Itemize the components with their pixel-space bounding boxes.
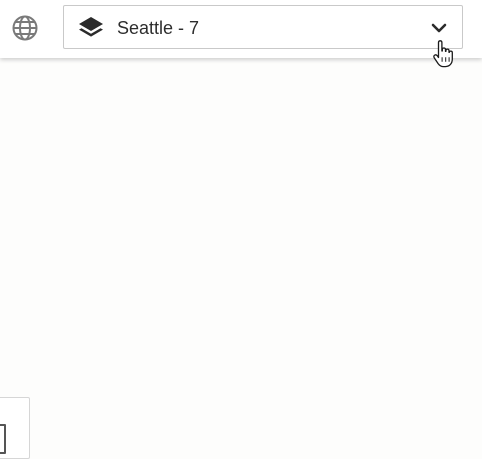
layer-select-dropdown[interactable]: Seattle - 7: [63, 5, 463, 49]
top-toolbar: Seattle - 7: [0, 0, 482, 58]
globe-icon: [12, 15, 38, 41]
layers-icon: [79, 17, 103, 37]
globe-button[interactable]: [9, 12, 41, 44]
map-control-widget[interactable]: [0, 397, 30, 459]
map-canvas[interactable]: [0, 58, 482, 456]
map-control-handle[interactable]: [0, 424, 6, 454]
chevron-down-icon[interactable]: [431, 22, 447, 34]
layer-select-value: Seattle - 7: [117, 18, 200, 38]
